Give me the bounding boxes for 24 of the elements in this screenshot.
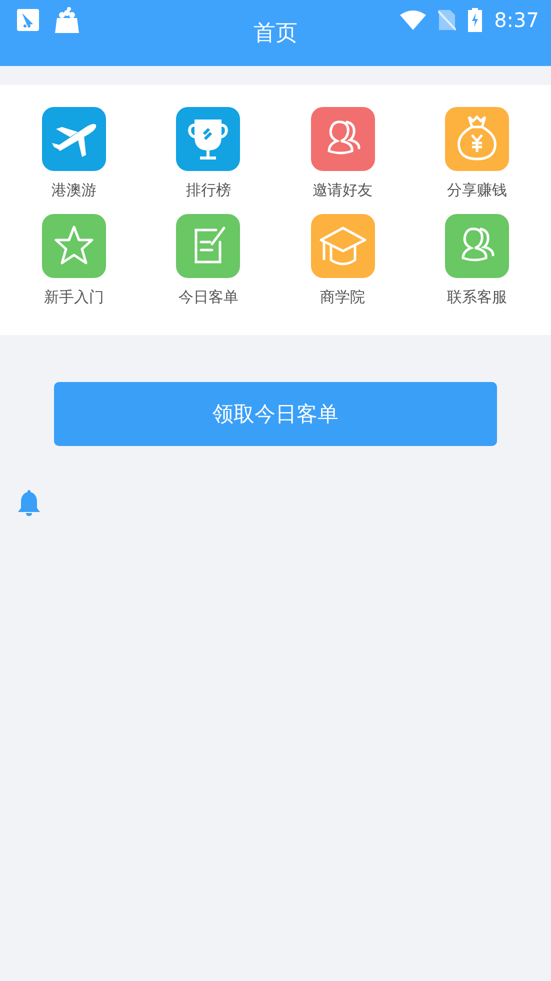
menu-tile-icon[interactable] bbox=[42, 107, 106, 171]
menu-tile-icon[interactable] bbox=[176, 214, 240, 278]
menu-tile-icon[interactable] bbox=[310, 107, 375, 171]
menu-tile-icon[interactable] bbox=[310, 214, 375, 278]
menu-tile-icon[interactable] bbox=[444, 107, 509, 171]
menu-tile-icon[interactable] bbox=[176, 107, 240, 171]
bell-icon bbox=[17, 489, 41, 517]
page-title: 首页 bbox=[252, 20, 298, 48]
bag-icon bbox=[54, 6, 80, 34]
status-time: 8:37 bbox=[494, 8, 539, 32]
battery-charging-icon bbox=[468, 8, 482, 32]
menu-label[interactable]: 邀请好友 bbox=[312, 181, 373, 200]
menu-tile-icon[interactable] bbox=[444, 214, 509, 278]
wifi-icon bbox=[400, 10, 426, 30]
menu-label[interactable]: 今日客单 bbox=[178, 288, 238, 307]
menu-label[interactable]: 新手入门 bbox=[44, 288, 104, 307]
menu-label[interactable]: 商学院 bbox=[320, 288, 366, 307]
menu-label[interactable]: 分享赚钱 bbox=[446, 181, 507, 200]
app-notification-icon bbox=[16, 8, 40, 32]
menu-tile-icon[interactable] bbox=[42, 214, 106, 278]
menu-label[interactable]: 港澳游 bbox=[52, 181, 97, 200]
menu-label[interactable]: 排行榜 bbox=[186, 181, 231, 200]
no-sim-icon bbox=[438, 9, 456, 31]
menu-label[interactable]: 联系客服 bbox=[446, 288, 507, 307]
